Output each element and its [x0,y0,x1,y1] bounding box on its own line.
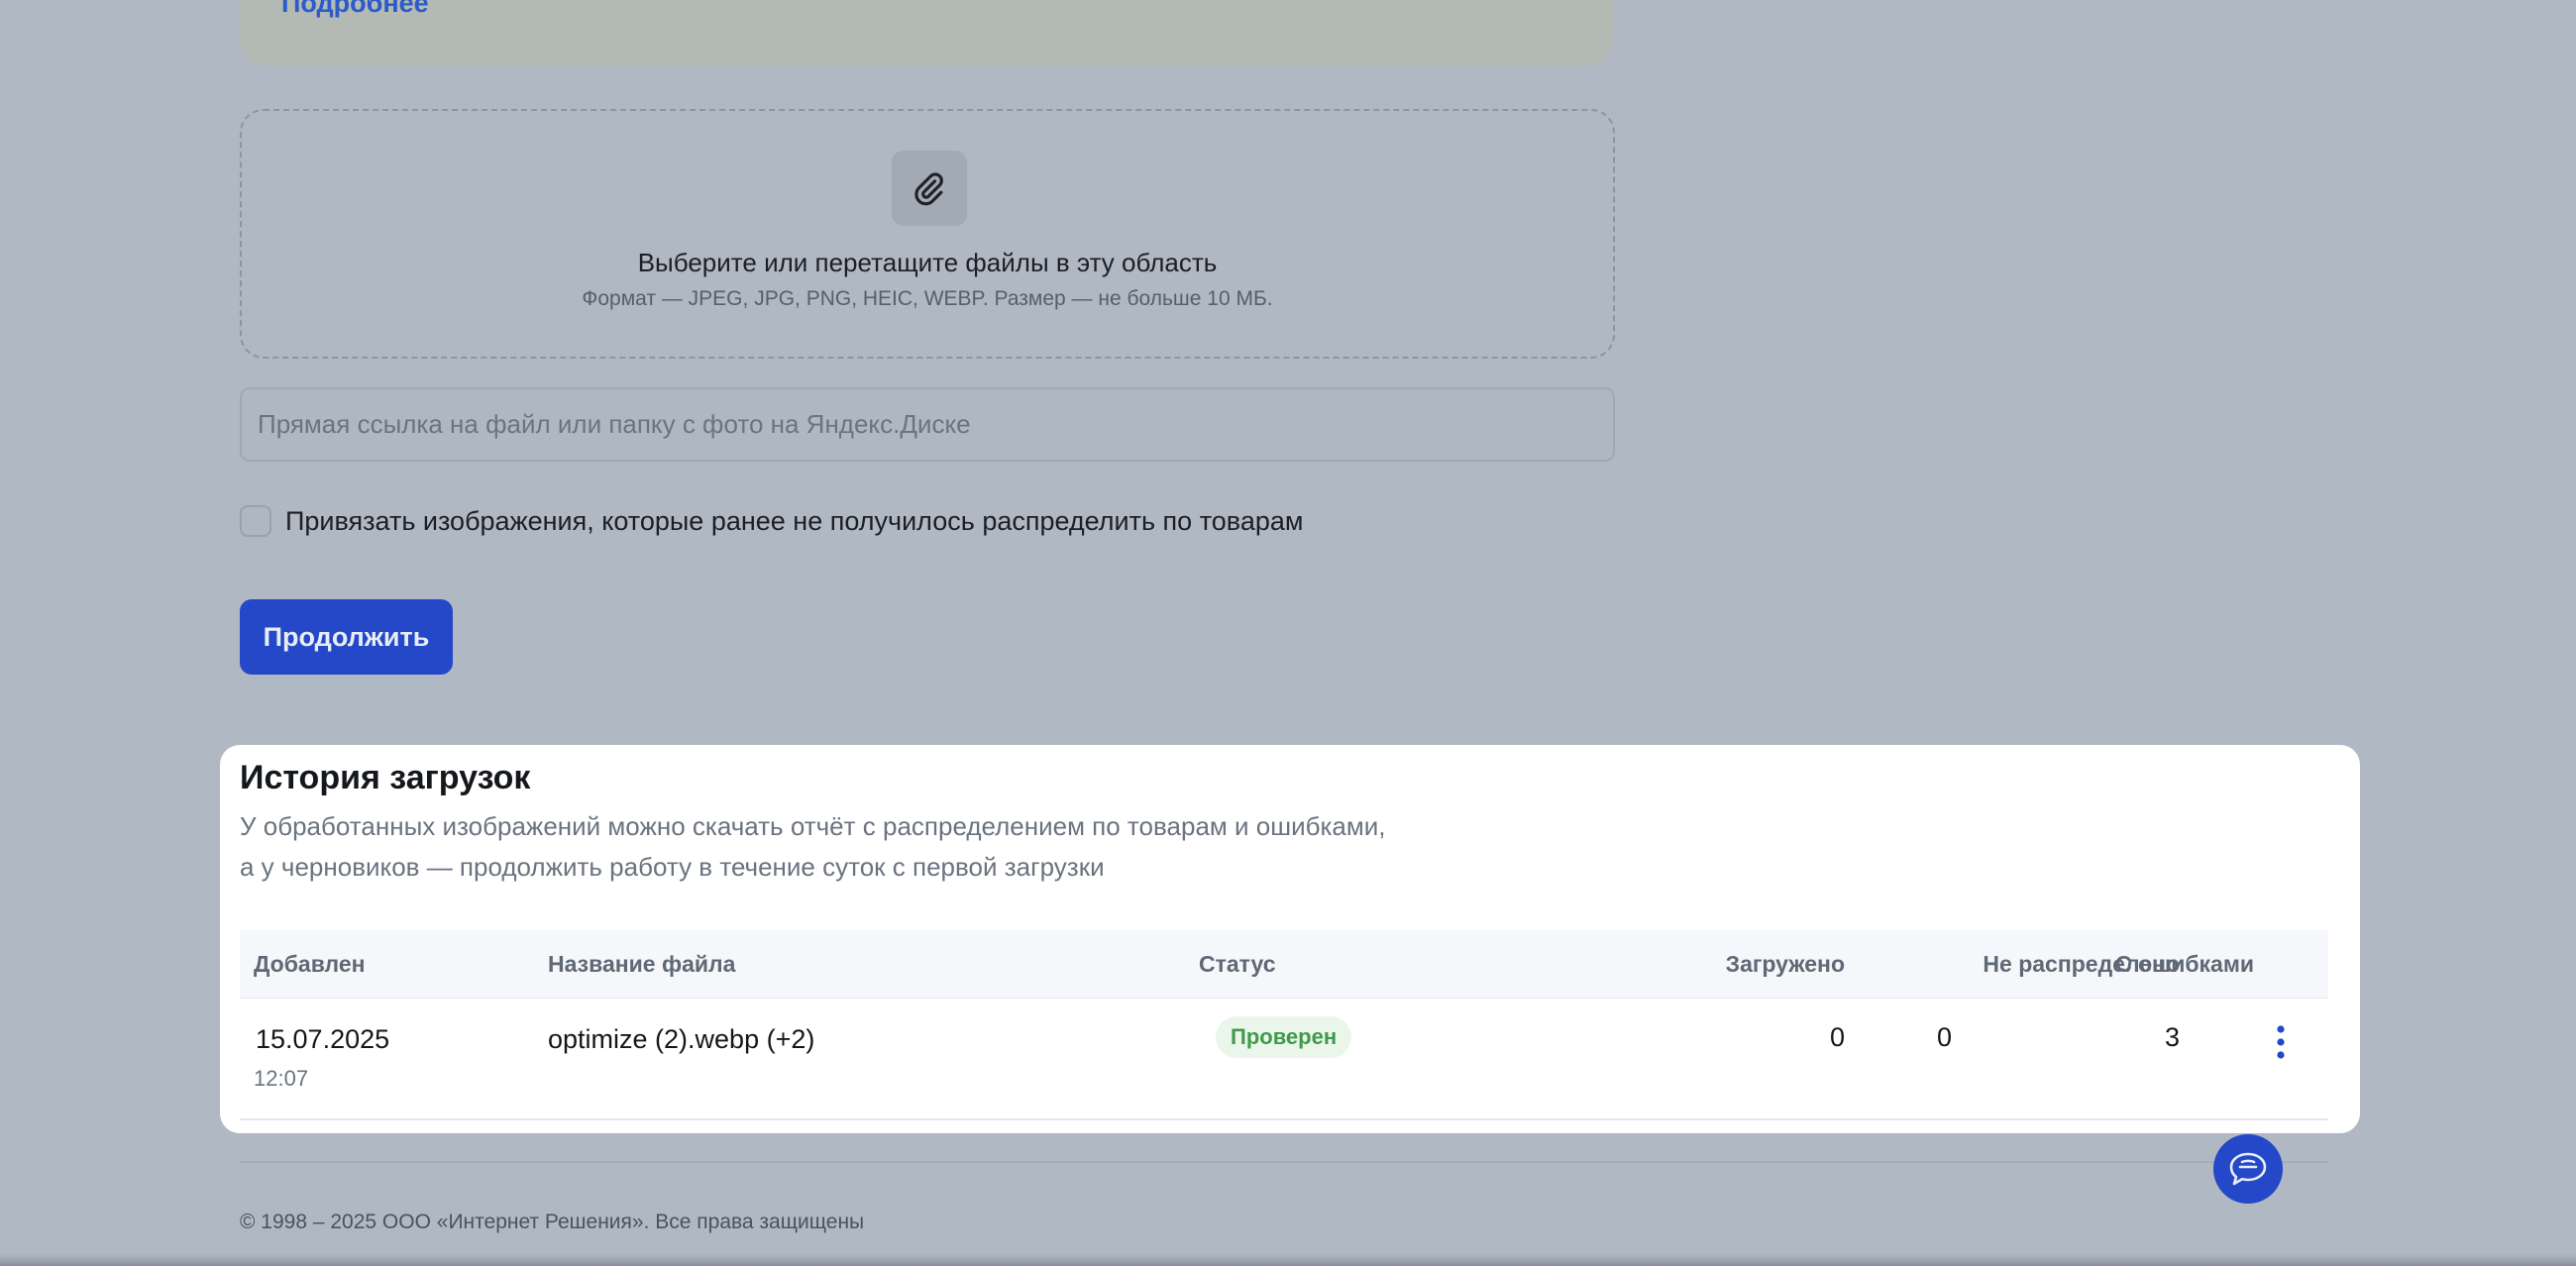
upload-history-description: У обработанных изображений можно скачать… [240,806,1386,888]
info-banner: Подробнее [240,0,1613,65]
upload-history-description-line: а у черновиков — продолжить работу в теч… [240,852,1105,882]
column-file-name: Название файла [548,951,736,977]
table-row[interactable]: 15.07.2025 12:07 optimize (2).webp (+2) … [240,999,2328,1120]
paperclip-icon [892,151,967,226]
column-with-errors-label: С ошибками [2114,951,2254,977]
yandex-disk-link-input[interactable] [240,387,1615,462]
upload-history-description-line: У обработанных изображений можно скачать… [240,811,1386,841]
bind-undistributed-label: Привязать изображения, которые ранее не … [285,505,1304,536]
chat-button[interactable] [2213,1134,2283,1204]
footer-shadow [0,1254,2576,1266]
dropzone-title: Выберите или перетащите файлы в эту обла… [637,248,1218,277]
status-badge: Проверен [1216,1016,1352,1058]
row-time: 12:07 [254,1066,309,1091]
column-status: Статус [1199,951,1276,977]
file-dropzone[interactable]: Выберите или перетащите файлы в эту обла… [240,109,1615,359]
column-added: Добавлен [254,951,366,977]
history-table-header: Добавлен Название файла Статус Загружено… [240,930,2328,999]
column-uploaded: Загружено [1725,951,1845,977]
row-errors-count-value: 0 [1936,1022,1952,1052]
continue-button[interactable]: Продолжить [240,599,453,675]
more-vertical-icon[interactable] [2271,1022,2291,1062]
footer-copyright: © 1998 – 2025 ООО «Интернет Решения». Вс… [240,1211,865,1233]
upload-history-card: История загрузок У обработанных изображе… [220,745,2360,1133]
column-with-errors: С ошибками [2043,930,2447,998]
chat-icon [2229,1152,2267,1186]
footer-divider [240,1161,2328,1163]
row-not-distributed-count: 3 [2164,1022,2180,1052]
bind-undistributed-checkbox[interactable] [240,505,271,537]
bind-undistributed-checkbox-row[interactable]: Привязать изображения, которые ранее не … [240,505,1303,537]
row-errors-count: 0 [1937,1022,2330,1053]
row-file-name: optimize (2).webp (+2) [548,1024,815,1054]
dropzone-format-hint: Формат — JPEG, JPG, PNG, HEIC, WEBP. Раз… [582,287,1273,310]
row-uploaded-count: 0 [1829,1022,1845,1052]
row-date: 15.07.2025 [256,1024,390,1054]
upload-history-title: История загрузок [240,759,531,796]
more-info-link[interactable]: Подробнее [281,0,429,19]
